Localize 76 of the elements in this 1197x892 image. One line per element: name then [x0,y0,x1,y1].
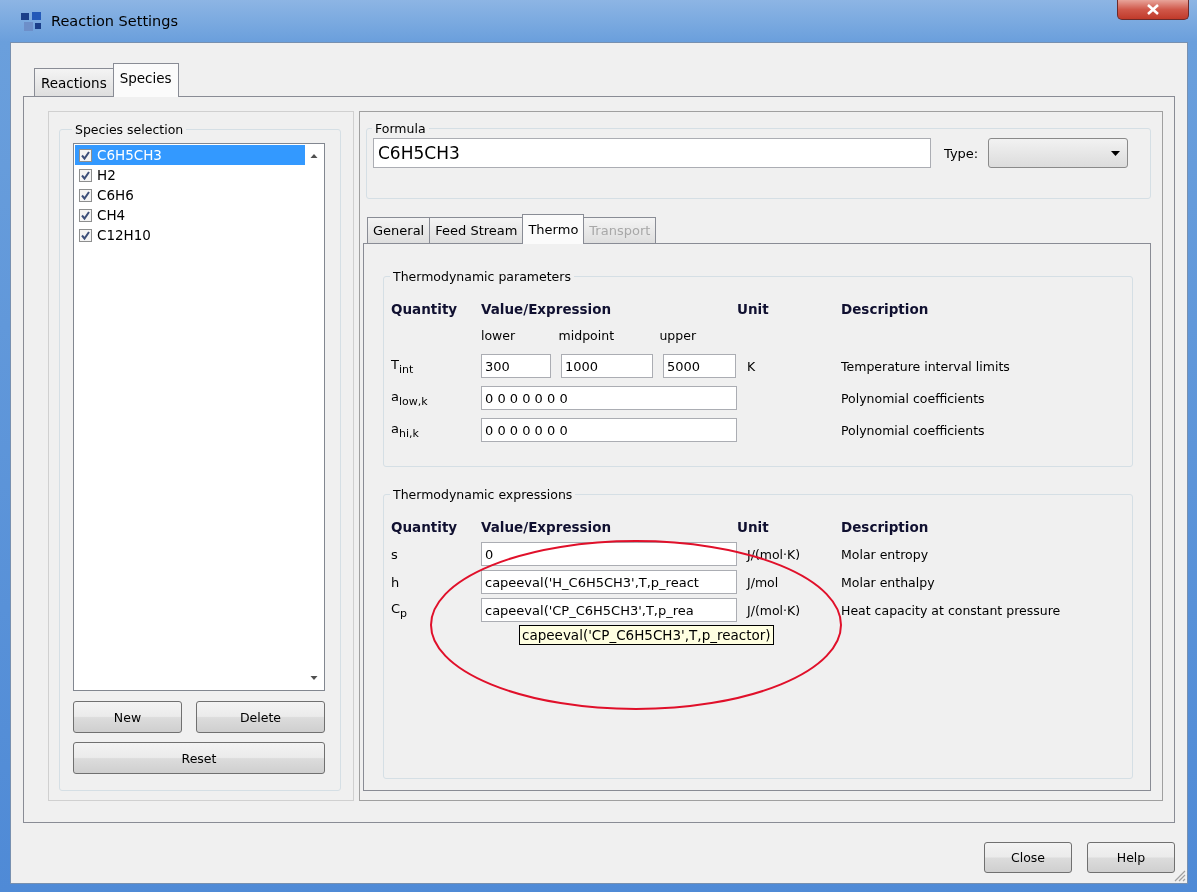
list-item[interactable]: C12H10 [75,225,305,245]
type-dropdown[interactable] [988,138,1129,168]
tooltip: capeeval('CP_C6H5CH3',T,p_reactor) [519,625,774,645]
type-label: Type: [944,145,979,161]
description: Polynomial coefficients [841,390,985,406]
item-label: C6H6 [97,187,134,203]
close-icon [1146,3,1160,16]
unit-label: K [747,358,756,374]
column-header: Value/Expression [481,518,613,537]
item-label: C12H10 [97,227,151,243]
tab[interactable]: General [367,217,431,243]
unit-label: J/(mol·K) [747,546,801,562]
value-field[interactable]: 0 0 0 0 0 0 0 [481,386,737,410]
close-button[interactable] [1117,0,1189,20]
tab[interactable]: Reactions [34,68,114,96]
quantity-label: T$_{int}$ [391,356,415,376]
value-field[interactable]: 5000 [663,354,736,378]
checkbox[interactable] [79,188,92,202]
checkbox[interactable] [79,228,92,242]
value-field[interactable]: 0 [481,542,737,566]
column-header: Unit [737,300,770,319]
bound-label: upper [659,327,698,343]
quantity-label: a$_{hi,k}$ [391,420,420,440]
column-header: Quantity [391,518,459,537]
tab[interactable]: Thermo [522,214,585,244]
value-field[interactable]: 1000 [561,354,653,378]
column-header: Description [841,518,930,537]
quantity-label: h [391,574,401,590]
checkbox[interactable] [79,148,92,162]
caret-icon [1111,150,1121,156]
group-title: Species selection [74,122,185,137]
close-button[interactable]: Close [984,842,1072,873]
tab: Transport [583,217,657,243]
group-title: Formula [374,121,427,136]
group-title: Thermodynamic parameters [392,269,572,284]
checkbox[interactable] [79,168,92,182]
list-item[interactable]: C6H6 [75,185,305,205]
scroll-up-icon[interactable] [310,153,318,159]
group-title: Thermodynamic expressions [392,487,574,502]
list-item[interactable]: H2 [75,165,305,185]
description: Molar entropy [841,546,929,562]
description: Temperature interval limits [841,358,1010,374]
value-field[interactable]: capeeval('CP_C6H5CH3',T,p_rea [481,598,737,622]
tab[interactable]: Species [112,63,179,97]
description: Molar enthalpy [841,574,935,590]
column-header: Unit [737,518,770,537]
tab[interactable]: Feed Stream [429,217,524,243]
quantity-label: C$_{p}$ [391,600,409,620]
value-field[interactable]: capeeval('H_C6H5CH3',T,p_react [481,570,737,594]
bound-label: midpoint [558,327,616,343]
column-header: Quantity [391,300,459,319]
unit-label: J/(mol·K) [747,602,801,618]
reset-button[interactable]: Reset [73,742,325,774]
quantity-label: s [391,546,399,562]
item-label: C6H5CH3 [97,147,162,163]
column-header: Value/Expression [481,300,613,319]
help-button[interactable]: Help [1087,842,1175,873]
new-button[interactable]: New [73,701,182,733]
bound-label: lower [481,327,517,343]
description: Heat capacity at constant pressure [841,602,1061,618]
window-title: Reaction Settings [51,13,179,29]
delete-button[interactable]: Delete [196,701,325,733]
item-label: CH4 [97,207,126,223]
scroll-down-icon[interactable] [310,675,318,681]
quantity-label: a$_{low,k}$ [391,388,429,408]
description: Polynomial coefficients [841,422,985,438]
checkbox[interactable] [79,208,92,222]
formula-field[interactable]: C6H5CH3 [373,138,931,168]
list-item[interactable]: CH4 [75,205,305,225]
window-icon [20,10,42,32]
resize-grip-icon[interactable] [1174,870,1186,882]
item-label: H2 [97,167,116,183]
value-field[interactable]: 300 [481,354,551,378]
unit-label: J/mol [747,574,779,590]
value-field[interactable]: 0 0 0 0 0 0 0 [481,418,737,442]
column-header: Description [841,300,930,319]
